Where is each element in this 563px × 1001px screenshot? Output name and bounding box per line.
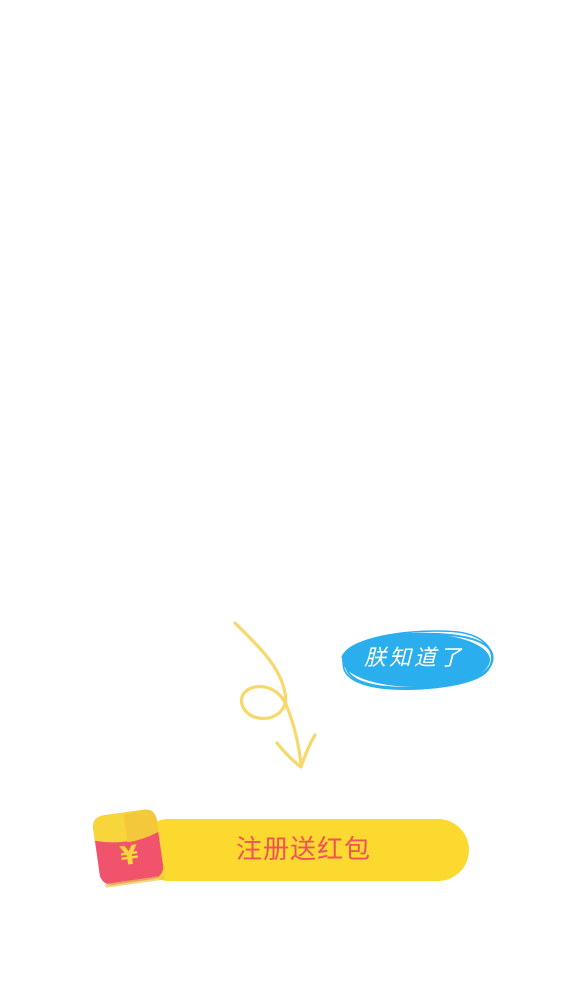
red-envelope-icon: ¥ bbox=[93, 809, 165, 888]
register-red-envelope-button[interactable]: 注册送红包 ¥ bbox=[88, 800, 473, 890]
dismiss-guide-label: 朕知道了 bbox=[363, 646, 464, 671]
onboarding-overlay: 朕知道了 注册送红包 ¥ bbox=[0, 0, 563, 1001]
dismiss-guide-button[interactable]: 朕知道了 bbox=[338, 628, 498, 696]
hand-drawn-arrow-icon bbox=[233, 621, 317, 769]
register-label: 注册送红包 bbox=[235, 835, 371, 865]
